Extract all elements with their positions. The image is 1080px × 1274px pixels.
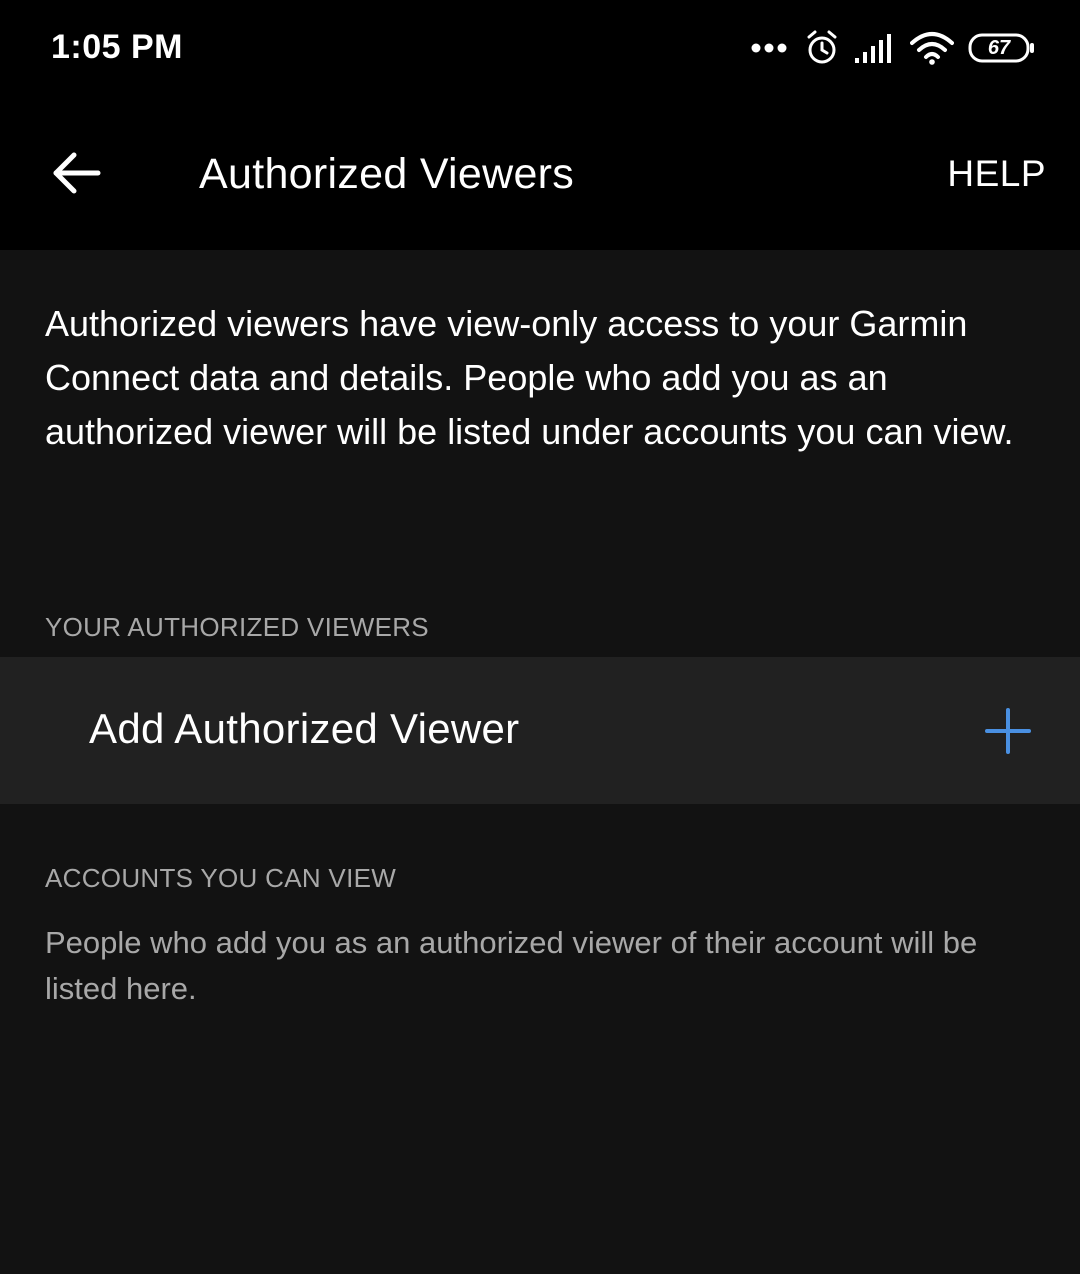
accounts-empty-text: People who add you as an authorized view… — [45, 925, 978, 1006]
battery-level: 67 — [987, 36, 1011, 59]
screen: 1:05 PM 67 Authorized Viewers HELP Autho… — [0, 0, 1080, 1274]
add-authorized-viewer-button[interactable]: Add Authorized Viewer — [0, 657, 1080, 804]
signal-icon — [854, 32, 896, 64]
more-dots-icon — [750, 41, 790, 55]
back-button[interactable] — [40, 145, 112, 205]
app-bar: Authorized Viewers HELP — [0, 100, 1080, 250]
your-viewers-header: YOUR AUTHORIZED VIEWERS — [45, 612, 429, 642]
battery-icon: 67 — [968, 33, 1036, 63]
status-bar: 1:05 PM 67 — [0, 0, 1080, 100]
accounts-header: ACCOUNTS YOU CAN VIEW — [45, 863, 397, 893]
status-icons: 67 — [750, 28, 1036, 68]
arrow-left-icon — [51, 151, 101, 200]
alarm-icon — [804, 29, 840, 67]
intro-text: Authorized viewers have view-only access… — [45, 303, 1014, 452]
add-authorized-viewer-label: Add Authorized Viewer — [89, 705, 520, 752]
wifi-icon — [910, 31, 954, 65]
page-title: Authorized Viewers — [199, 150, 575, 198]
plus-icon[interactable] — [984, 707, 1032, 755]
status-time: 1:05 PM — [51, 28, 183, 66]
help-button[interactable]: HELP — [947, 153, 1046, 195]
